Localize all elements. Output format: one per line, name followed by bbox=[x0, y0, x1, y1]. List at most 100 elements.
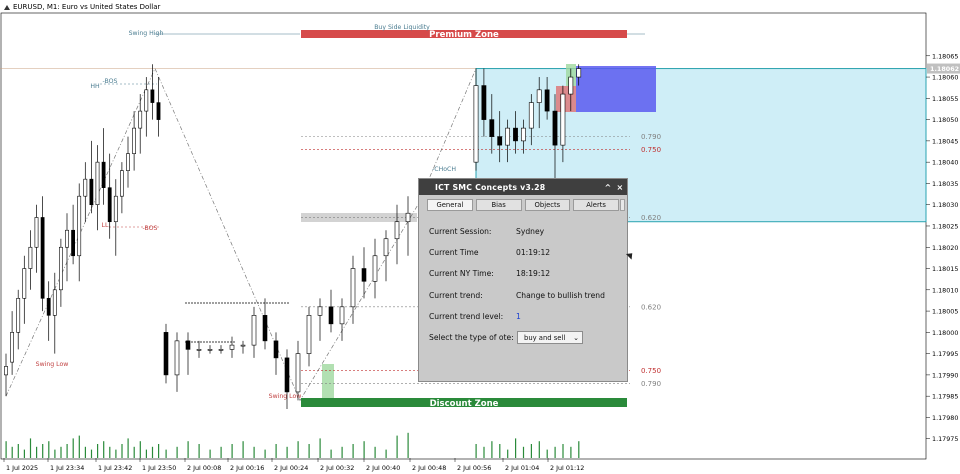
candle[interactable] bbox=[77, 195, 82, 257]
ote-select[interactable]: buy and sell ⌄ bbox=[517, 331, 583, 345]
candle[interactable] bbox=[52, 289, 57, 316]
candle[interactable] bbox=[284, 357, 290, 393]
x-tick-label: 1 Jul 2025 bbox=[6, 464, 38, 472]
candle[interactable] bbox=[481, 85, 487, 120]
candle[interactable] bbox=[150, 89, 155, 103]
volume-bar bbox=[319, 438, 321, 458]
candle[interactable] bbox=[132, 127, 137, 154]
candle[interactable] bbox=[394, 221, 400, 240]
annotation-label: Swing High bbox=[129, 30, 164, 37]
candle[interactable] bbox=[513, 127, 518, 142]
volume-bar bbox=[385, 449, 387, 458]
candle[interactable] bbox=[174, 340, 180, 376]
candle[interactable] bbox=[405, 212, 411, 223]
close-icon[interactable]: × bbox=[615, 183, 625, 192]
tab-general[interactable]: General bbox=[427, 199, 473, 211]
candle[interactable] bbox=[520, 127, 526, 142]
candle[interactable] bbox=[4, 366, 8, 376]
candle[interactable] bbox=[576, 68, 582, 78]
candle[interactable] bbox=[218, 349, 224, 351]
x-tick-label: 1 Jul 23:42 bbox=[98, 464, 132, 472]
candle[interactable] bbox=[58, 246, 63, 291]
panel-header[interactable]: ICT SMC Concepts v3.28 ^ × bbox=[419, 179, 627, 195]
tab-objects[interactable]: Objects bbox=[524, 199, 571, 211]
y-tick-label: 1.18010 bbox=[932, 286, 958, 294]
panel-info: Current Session: Sydney Current Time 01:… bbox=[419, 211, 627, 348]
candle[interactable] bbox=[28, 246, 33, 269]
candle[interactable] bbox=[544, 89, 550, 112]
chart-window[interactable]: Premium Zone Discount Zone 0.790 0.750 0.620… bbox=[0, 0, 960, 474]
candle[interactable] bbox=[361, 268, 367, 282]
candle[interactable] bbox=[156, 102, 161, 120]
y-tick-label: 1.18005 bbox=[932, 308, 958, 316]
candle[interactable] bbox=[163, 332, 169, 376]
panel-scrollbar[interactable] bbox=[620, 199, 625, 211]
candle[interactable] bbox=[138, 110, 143, 129]
chart-title-text: EURUSD, M1: Euro vs United States Dollar bbox=[13, 3, 161, 11]
order-block[interactable] bbox=[576, 66, 656, 112]
x-tick-label: 2 Jul 00:24 bbox=[274, 464, 308, 472]
candle[interactable] bbox=[339, 306, 345, 325]
candle[interactable] bbox=[16, 298, 21, 333]
candle[interactable] bbox=[207, 349, 213, 351]
candle[interactable] bbox=[83, 178, 88, 197]
candle[interactable] bbox=[560, 93, 566, 146]
candle[interactable] bbox=[240, 344, 246, 347]
candle[interactable] bbox=[65, 229, 69, 248]
candle[interactable] bbox=[568, 76, 574, 95]
volume-bar bbox=[121, 444, 123, 458]
volume-bar bbox=[522, 446, 525, 458]
candle[interactable] bbox=[328, 306, 334, 325]
candle[interactable] bbox=[350, 268, 356, 308]
tab-alerts[interactable]: Alerts bbox=[573, 199, 619, 211]
volume-bar bbox=[54, 449, 56, 458]
minimize-icon[interactable]: ^ bbox=[603, 183, 613, 192]
candle[interactable] bbox=[497, 136, 503, 146]
candle[interactable] bbox=[536, 89, 542, 103]
annotation-label: Buy Side Liquidity bbox=[374, 24, 430, 31]
candle[interactable] bbox=[144, 89, 149, 112]
tab-bias[interactable]: Bias bbox=[475, 199, 522, 211]
candle[interactable] bbox=[126, 153, 130, 171]
candle[interactable] bbox=[262, 315, 268, 342]
candle[interactable] bbox=[185, 340, 191, 350]
candle[interactable] bbox=[552, 110, 558, 146]
ict-smc-panel[interactable]: ICT SMC Concepts v3.28 ^ × General Bias … bbox=[418, 178, 628, 382]
candle[interactable] bbox=[229, 344, 235, 350]
candle[interactable] bbox=[34, 217, 39, 248]
volume-bar bbox=[158, 444, 160, 458]
candle[interactable] bbox=[295, 353, 301, 393]
candle[interactable] bbox=[40, 217, 45, 299]
x-tick-label: 2 Jul 00:56 bbox=[457, 464, 491, 472]
candle[interactable] bbox=[306, 315, 312, 354]
candle[interactable] bbox=[120, 170, 124, 197]
candle[interactable] bbox=[10, 332, 15, 363]
candle[interactable] bbox=[196, 349, 202, 351]
candle[interactable] bbox=[372, 255, 378, 282]
candle[interactable] bbox=[489, 119, 495, 137]
candle[interactable] bbox=[273, 340, 279, 359]
volume-bar bbox=[242, 441, 244, 458]
volume-bar bbox=[165, 449, 167, 458]
candle[interactable] bbox=[101, 161, 106, 188]
annotation-label: LL bbox=[102, 222, 109, 229]
candle[interactable] bbox=[46, 298, 51, 316]
y-tick-label: 1.18050 bbox=[932, 116, 958, 124]
candle[interactable] bbox=[113, 195, 118, 223]
y-tick-label: 1.17995 bbox=[932, 350, 958, 358]
fib-level-label: 0.790 bbox=[641, 133, 661, 141]
candle[interactable] bbox=[473, 85, 479, 163]
volume-bar bbox=[97, 444, 99, 458]
candle[interactable] bbox=[22, 268, 27, 299]
candle[interactable] bbox=[95, 161, 100, 206]
candle[interactable] bbox=[528, 102, 534, 129]
candle[interactable] bbox=[71, 229, 76, 257]
candle[interactable] bbox=[251, 315, 257, 346]
candle[interactable] bbox=[317, 306, 323, 316]
y-tick-label: 1.18060 bbox=[932, 74, 958, 82]
candle[interactable] bbox=[383, 238, 389, 257]
candle[interactable] bbox=[89, 178, 94, 206]
candle[interactable] bbox=[505, 127, 510, 146]
volume-bar bbox=[42, 444, 44, 458]
candle[interactable] bbox=[107, 187, 112, 223]
